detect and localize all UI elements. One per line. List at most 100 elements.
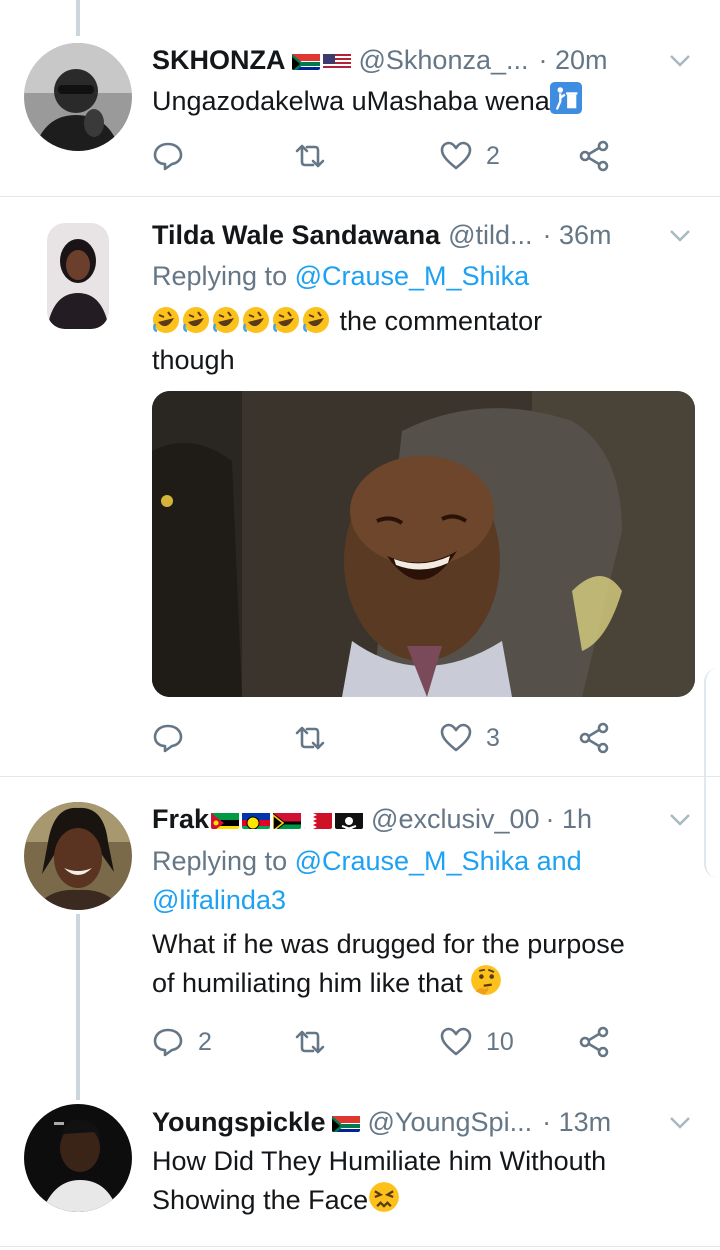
like-button[interactable]: 3 <box>440 718 500 758</box>
tweet-text: How Did They Humiliate him Withouth Show… <box>152 1142 680 1220</box>
tweet-header: SKHONZA @Skhonza_... · 20m <box>152 42 692 78</box>
avatar[interactable] <box>24 43 132 151</box>
chevron-down-icon[interactable] <box>668 48 692 72</box>
user-handle[interactable]: @YoungSpi... <box>368 1107 533 1138</box>
replying-to-label: Replying to <box>152 846 295 876</box>
like-count: 3 <box>486 723 500 752</box>
retweet-button[interactable] <box>294 1022 340 1062</box>
like-button[interactable]: 10 <box>440 1022 514 1062</box>
display-name[interactable]: Frak <box>152 804 209 835</box>
display-name[interactable]: Youngspickle <box>152 1107 326 1138</box>
display-name[interactable]: Tilda Wale Sandawana <box>152 220 440 251</box>
tweet-text-line1: How Did They Humiliate him Withouth <box>152 1146 607 1176</box>
avatar[interactable] <box>24 1104 132 1212</box>
mention-link[interactable]: @lifalinda3 <box>152 885 286 915</box>
tweet-text-content: Ungazodakelwa uMashaba wena <box>152 86 550 116</box>
display-name[interactable]: SKHONZA <box>152 45 286 76</box>
reply-icon <box>153 1028 183 1057</box>
chevron-down-icon[interactable] <box>668 1110 692 1134</box>
mention-link[interactable]: @Crause_M_Shika <box>295 261 530 291</box>
mention-link[interactable]: @Crause_M_Shika <box>295 846 530 876</box>
tweet-frak[interactable]: Frak @exclusiv_00 · 1h Replying to @Crau… <box>0 777 720 1077</box>
tweet-youngspickle[interactable]: Youngspickle @YoungSpi... · 13m How Did … <box>0 1100 720 1250</box>
share-icon <box>579 140 609 172</box>
timestamp[interactable]: · 20m <box>539 45 608 76</box>
reply-icon <box>153 142 183 171</box>
south-africa-flag-icon <box>291 50 320 70</box>
thinking-face-emoji <box>471 965 502 995</box>
reply-button[interactable] <box>152 136 198 176</box>
tweet-text-line2: Showing the Face <box>152 1185 369 1215</box>
bahrain-flag-icon <box>304 809 333 829</box>
share-button[interactable] <box>578 718 610 758</box>
persevering-face-emoji <box>369 1182 399 1212</box>
reply-icon <box>153 724 183 753</box>
reply-button[interactable] <box>152 718 198 758</box>
rofl-emoji <box>273 307 299 333</box>
tweet-text-line1: What if he was drugged for the purpose <box>152 929 625 959</box>
replying-to: Replying to @Crause_M_Shika <box>152 257 680 296</box>
share-icon <box>579 1026 609 1058</box>
rofl-emoji <box>303 307 329 333</box>
retweet-icon <box>295 726 325 750</box>
usa-flag-icon <box>322 50 351 70</box>
scroll-indicator[interactable] <box>704 668 720 878</box>
tweet-header: Frak @exclusiv_00 · 1h <box>152 801 692 837</box>
vanuatu-flag-icon <box>273 809 302 829</box>
tweet-skhonza[interactable]: SKHONZA @Skhonza_... · 20m Ungazodakelwa… <box>0 0 720 196</box>
tweet-header: Youngspickle @YoungSpi... · 13m <box>152 1104 692 1140</box>
retweet-button[interactable] <box>294 718 340 758</box>
heart-icon <box>440 141 472 170</box>
share-icon <box>579 722 609 754</box>
like-button[interactable]: 2 <box>440 136 500 176</box>
heart-icon <box>440 723 472 752</box>
timestamp[interactable]: · 13m <box>542 1107 611 1138</box>
like-count: 10 <box>486 1027 514 1056</box>
mozambique-flag-icon <box>211 809 240 829</box>
flag-emojis <box>211 809 364 829</box>
like-count: 2 <box>486 141 500 170</box>
share-button[interactable] <box>578 136 610 176</box>
chevron-down-icon[interactable] <box>668 807 692 831</box>
tweet-text-line1: the commentator <box>339 306 543 336</box>
pirate-flag-icon <box>335 809 364 829</box>
heart-icon <box>440 1027 472 1056</box>
tweet-text-line2: though <box>152 345 235 375</box>
tweet-image[interactable] <box>152 391 695 697</box>
user-handle[interactable]: @Skhonza_... <box>359 45 529 76</box>
share-button[interactable] <box>578 1022 610 1062</box>
replying-and: and <box>529 846 582 876</box>
timestamp[interactable]: · 1h <box>546 804 593 835</box>
reply-button[interactable]: 2 <box>152 1022 212 1062</box>
user-handle[interactable]: @tild... <box>448 220 532 251</box>
retweet-button[interactable] <box>294 136 340 176</box>
replying-to: Replying to @Crause_M_Shika and @lifalin… <box>152 842 680 920</box>
tweet-text: What if he was drugged for the purpose o… <box>152 925 680 1003</box>
avatar[interactable] <box>47 223 109 329</box>
south-africa-flag-icon <box>331 1112 360 1132</box>
flag-emojis <box>331 1112 360 1132</box>
avatar[interactable] <box>24 802 132 910</box>
reply-count: 2 <box>198 1027 212 1056</box>
tweet-text: the commentator though <box>152 302 680 380</box>
user-handle[interactable]: @exclusiv_00 <box>371 804 540 835</box>
new-caledonia-flag-icon <box>242 809 271 829</box>
replying-to-label: Replying to <box>152 261 295 291</box>
retweet-icon <box>295 1030 325 1054</box>
retweet-icon <box>295 144 325 168</box>
flag-emojis <box>291 50 351 70</box>
litter-bin-icon <box>549 82 582 114</box>
rofl-emoji <box>183 307 209 333</box>
rofl-emoji <box>153 307 179 333</box>
divider <box>0 1246 720 1247</box>
tweet-text: Ungazodakelwa uMashaba wena <box>152 82 680 121</box>
rofl-emoji-group <box>152 306 340 336</box>
chevron-down-icon[interactable] <box>668 223 692 247</box>
tweet-text-line2: of humiliating him like that <box>152 968 463 998</box>
rofl-emoji <box>213 307 239 333</box>
timestamp[interactable]: · 36m <box>543 220 612 251</box>
tweet-actions: 2 10 <box>152 1022 632 1062</box>
rofl-emoji <box>243 307 269 333</box>
tweet-tilda[interactable]: Tilda Wale Sandawana @tild... · 36m Repl… <box>0 197 720 775</box>
tweet-actions: 2 <box>152 136 632 176</box>
